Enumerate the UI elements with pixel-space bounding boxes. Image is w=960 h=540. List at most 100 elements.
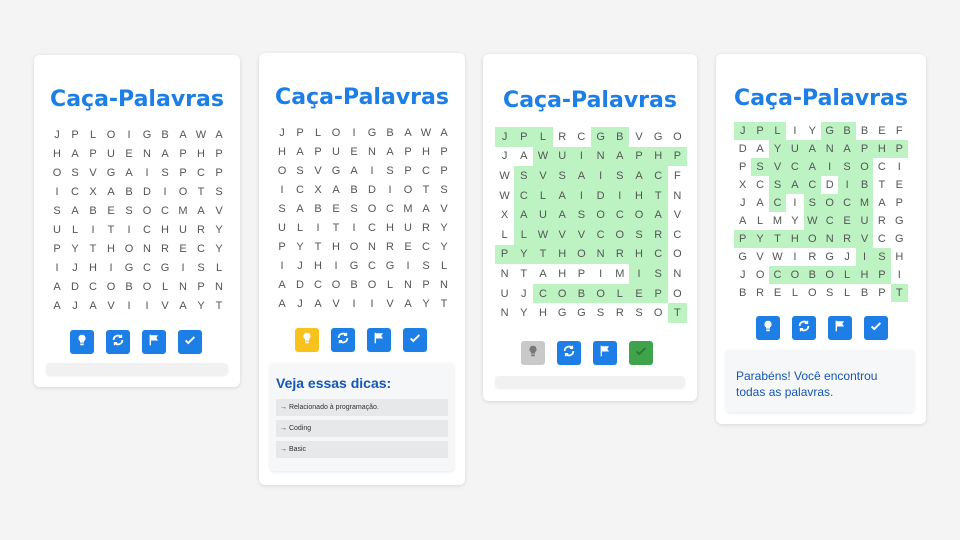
grid-cell[interactable]: O — [363, 199, 381, 218]
grid-cell[interactable]: P — [273, 237, 291, 256]
grid-cell[interactable]: O — [786, 266, 804, 284]
grid-cell[interactable]: I — [48, 258, 66, 277]
grid-cell[interactable]: U — [174, 220, 192, 239]
grid-cell[interactable]: O — [120, 239, 138, 258]
grid-cell[interactable]: L — [838, 266, 856, 284]
grid-cell[interactable]: B — [838, 122, 856, 140]
grid-cell[interactable]: G — [821, 248, 838, 266]
grid-cell[interactable]: L — [533, 127, 553, 147]
grid-cell[interactable]: R — [192, 220, 210, 239]
grid-cell[interactable]: B — [856, 284, 873, 302]
grid-cell[interactable]: P — [417, 275, 435, 294]
grid-cell[interactable]: P — [734, 230, 752, 248]
grid-cell[interactable]: E — [891, 176, 908, 194]
hint-button[interactable] — [756, 316, 780, 340]
grid-cell[interactable]: A — [66, 201, 84, 220]
grid-cell[interactable]: H — [629, 185, 649, 206]
grid-cell[interactable]: N — [495, 303, 514, 323]
grid-cell[interactable]: A — [273, 294, 291, 313]
grid-cell[interactable]: P — [210, 144, 228, 163]
grid-cell[interactable]: I — [48, 182, 66, 201]
grid-cell[interactable]: S — [291, 161, 309, 180]
grid-cell[interactable]: O — [48, 163, 66, 182]
grid-cell[interactable]: P — [891, 194, 908, 212]
grid-cell[interactable]: A — [435, 123, 453, 142]
grid-cell[interactable]: J — [291, 294, 309, 313]
grid-cell[interactable]: O — [855, 158, 874, 176]
grid-cell[interactable]: O — [138, 277, 156, 296]
grid-cell[interactable]: N — [363, 237, 381, 256]
grid-cell[interactable]: A — [66, 144, 84, 163]
grid-cell[interactable]: B — [84, 201, 102, 220]
grid-cell[interactable]: G — [591, 127, 611, 147]
grid-cell[interactable]: P — [174, 163, 192, 182]
grid-cell[interactable]: P — [435, 142, 453, 161]
grid-cell[interactable]: H — [552, 244, 572, 265]
grid-cell[interactable]: V — [84, 163, 102, 182]
grid-cell[interactable]: O — [610, 224, 630, 245]
grid-cell[interactable]: S — [873, 248, 891, 266]
grid-cell[interactable]: C — [363, 218, 381, 237]
grid-cell[interactable]: E — [838, 212, 856, 230]
grid-cell[interactable]: H — [192, 144, 210, 163]
grid-cell[interactable]: L — [838, 284, 855, 302]
grid-cell[interactable]: A — [571, 166, 591, 186]
grid-cell[interactable]: Y — [210, 220, 228, 239]
grid-cell[interactable]: O — [174, 182, 192, 201]
grid-cell[interactable]: H — [381, 218, 399, 237]
grid-cell[interactable]: D — [291, 275, 309, 294]
grid-cell[interactable]: P — [495, 244, 515, 265]
grid-cell[interactable]: G — [345, 256, 363, 275]
grid-cell[interactable]: V — [533, 166, 553, 186]
grid-cell[interactable]: T — [533, 244, 553, 265]
grid-cell[interactable]: W — [417, 123, 435, 142]
grid-cell[interactable]: A — [210, 125, 228, 144]
grid-cell[interactable]: A — [174, 296, 192, 315]
grid-cell[interactable]: P — [572, 264, 591, 284]
grid-cell[interactable]: S — [610, 166, 630, 186]
grid-cell[interactable]: S — [345, 199, 363, 218]
grid-cell[interactable]: B — [381, 123, 399, 142]
grid-cell[interactable]: J — [291, 256, 309, 275]
grid-cell[interactable]: A — [156, 144, 174, 163]
grid-cell[interactable]: C — [610, 205, 630, 225]
grid-cell[interactable]: A — [291, 199, 309, 218]
grid-cell[interactable]: G — [553, 303, 572, 323]
grid-cell[interactable]: V — [435, 199, 453, 218]
grid-cell[interactable]: V — [552, 224, 572, 245]
grid-cell[interactable]: A — [514, 205, 534, 225]
grid-cell[interactable]: O — [399, 180, 417, 199]
grid-cell[interactable]: T — [327, 218, 345, 237]
grid-cell[interactable]: R — [417, 218, 435, 237]
grid-cell[interactable]: C — [648, 166, 668, 186]
grid-cell[interactable]: L — [210, 258, 228, 277]
grid-cell[interactable]: P — [192, 277, 210, 296]
grid-cell[interactable]: I — [138, 296, 156, 315]
grid-cell[interactable]: C — [514, 185, 534, 206]
grid-cell[interactable]: C — [786, 158, 804, 176]
grid-cell[interactable]: E — [174, 239, 192, 258]
grid-cell[interactable]: N — [435, 275, 453, 294]
grid-cell[interactable]: E — [120, 144, 138, 163]
grid-cell[interactable]: O — [649, 303, 668, 323]
grid-cell[interactable]: P — [399, 161, 417, 180]
grid-cell[interactable]: A — [838, 140, 856, 158]
grid-cell[interactable]: O — [804, 284, 821, 302]
grid-cell[interactable]: O — [751, 266, 768, 284]
grid-cell[interactable]: G — [327, 161, 345, 180]
grid-cell[interactable]: S — [648, 264, 668, 284]
grid-cell[interactable]: B — [156, 125, 174, 144]
grid-cell[interactable]: O — [102, 125, 120, 144]
grid-cell[interactable]: N — [174, 277, 192, 296]
grid-cell[interactable]: A — [751, 194, 768, 212]
grid-cell[interactable]: C — [668, 225, 687, 245]
reset-button[interactable] — [331, 328, 355, 352]
grid-cell[interactable]: V — [629, 127, 648, 147]
grid-cell[interactable]: U — [495, 284, 514, 304]
grid-cell[interactable]: I — [786, 248, 803, 266]
grid-cell[interactable]: I — [610, 185, 630, 206]
grid-cell[interactable]: I — [838, 176, 856, 194]
grid-cell[interactable]: I — [84, 220, 102, 239]
grid-cell[interactable]: I — [571, 146, 591, 167]
grid-cell[interactable]: S — [66, 163, 84, 182]
